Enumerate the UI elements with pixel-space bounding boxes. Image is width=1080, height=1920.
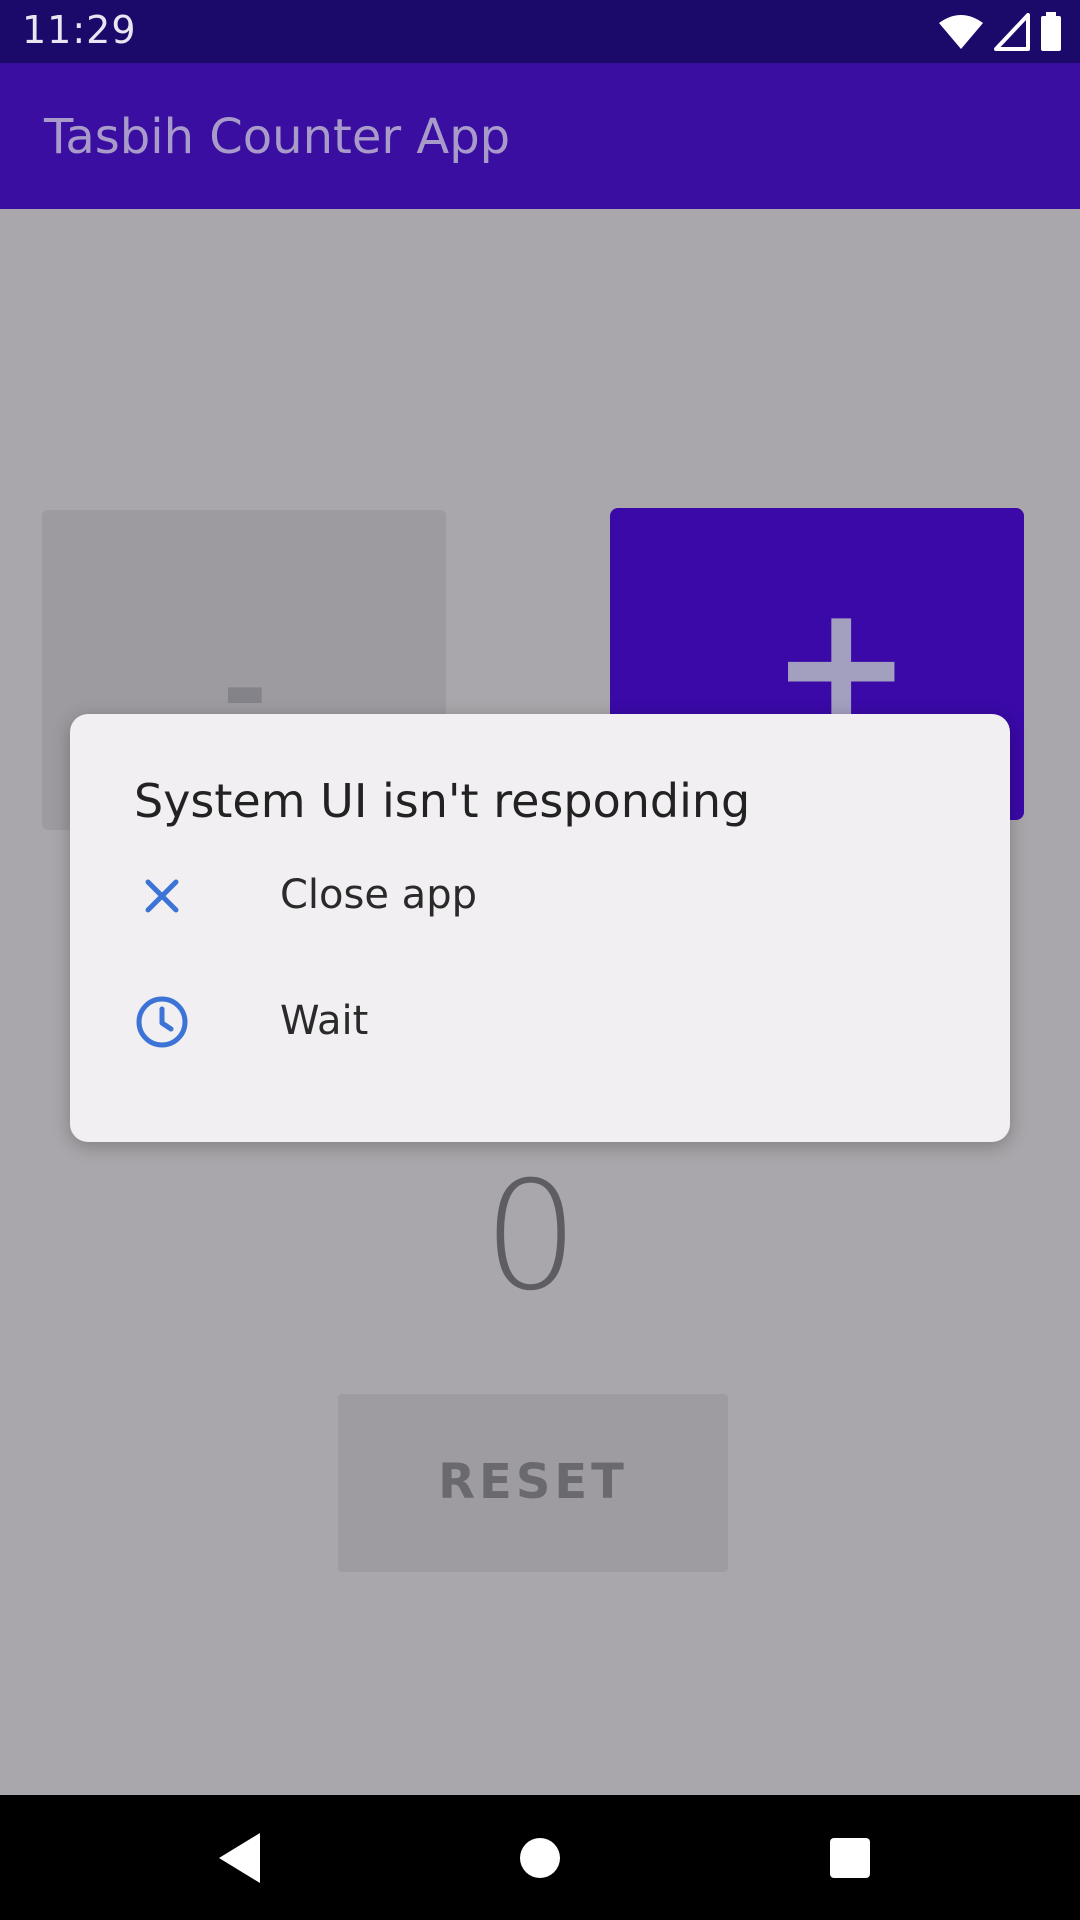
status-time: 11:29	[22, 8, 137, 52]
recents-icon[interactable]	[815, 1823, 885, 1893]
status-icons	[938, 12, 1062, 52]
home-icon[interactable]	[505, 1823, 575, 1893]
app-bar: Tasbih Counter App	[0, 63, 1080, 209]
clock-icon	[136, 996, 188, 1048]
wait-label: Wait	[280, 998, 369, 1044]
screen: 11:29 Tasbih Counter App - + 0 RESET Sys…	[0, 0, 1080, 1920]
reset-label: RESET	[438, 1454, 628, 1510]
app-title: Tasbih Counter App	[44, 109, 511, 165]
battery-icon	[1041, 12, 1061, 51]
signal-icon	[994, 13, 1030, 51]
reset-button[interactable]: RESET	[338, 1394, 728, 1572]
counter-value: 0	[483, 1150, 579, 1324]
close-app-option[interactable]: Close app	[70, 836, 1010, 956]
status-bar: 11:29	[0, 0, 1080, 63]
wifi-icon	[939, 15, 983, 49]
back-icon[interactable]	[205, 1823, 275, 1893]
close-app-label: Close app	[280, 872, 477, 918]
dialog-title: System UI isn't responding	[134, 774, 751, 828]
navigation-bar	[0, 1795, 1080, 1920]
close-icon	[145, 879, 179, 913]
wait-option[interactable]: Wait	[70, 962, 1010, 1082]
anr-dialog: System UI isn't responding Close app Wai…	[70, 714, 1010, 1142]
